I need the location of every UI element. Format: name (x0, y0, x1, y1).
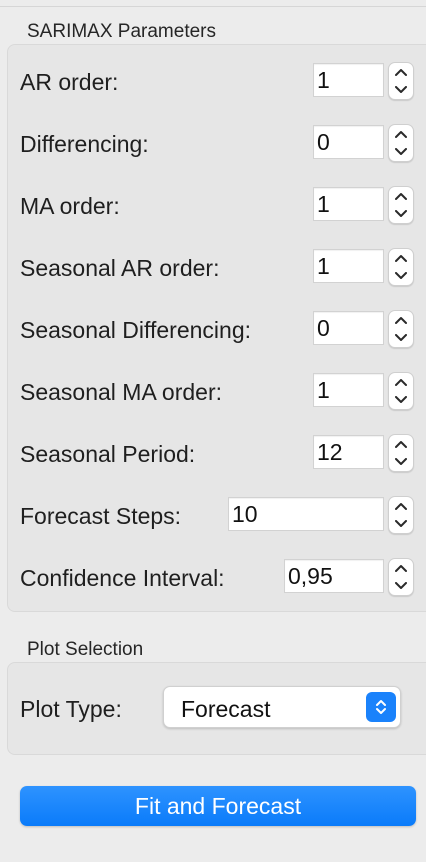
seasonal-ma-order-row: Seasonal MA order: 1 (20, 372, 426, 413)
chevron-up-icon[interactable] (389, 373, 413, 391)
seasonal-ar-order-row: Seasonal AR order: 1 (20, 248, 426, 289)
seasonal-ma-order-input[interactable]: 1 (313, 373, 384, 407)
up-down-chevron-icon[interactable] (366, 692, 396, 722)
ar-order-row: AR order: 1 (20, 62, 426, 103)
forecast-steps-row: Forecast Steps: 10 (20, 496, 426, 537)
seasonal-period-input[interactable]: 12 (313, 435, 384, 469)
sarimax-group-title: SARIMAX Parameters (27, 21, 216, 42)
chevron-down-icon[interactable] (389, 267, 413, 285)
seasonal-differencing-row: Seasonal Differencing: 0 (20, 310, 426, 351)
chevron-down-icon[interactable] (389, 391, 413, 409)
confidence-interval-row: Confidence Interval: 0,95 (20, 558, 426, 599)
differencing-label: Differencing: (20, 131, 149, 157)
plot-type-select[interactable]: Forecast (163, 686, 401, 728)
seasonal-period-stepper[interactable] (388, 434, 414, 472)
chevron-up-icon[interactable] (389, 125, 413, 143)
differencing-stepper[interactable] (388, 124, 414, 162)
chevron-up-icon[interactable] (389, 249, 413, 267)
seasonal-period-label: Seasonal Period: (20, 441, 196, 467)
chevron-down-icon[interactable] (389, 205, 413, 223)
chevron-down-icon[interactable] (389, 453, 413, 471)
ma-order-label: MA order: (20, 193, 120, 219)
confidence-interval-stepper[interactable] (388, 558, 414, 596)
ma-order-stepper[interactable] (388, 186, 414, 224)
ar-order-label: AR order: (20, 69, 119, 95)
ma-order-row: MA order: 1 (20, 186, 426, 227)
chevron-down-icon[interactable] (389, 81, 413, 99)
fit-and-forecast-button[interactable]: Fit and Forecast (20, 786, 416, 826)
plot-type-label: Plot Type: (20, 696, 122, 722)
seasonal-differencing-label: Seasonal Differencing: (20, 317, 251, 343)
chevron-up-icon[interactable] (389, 559, 413, 577)
chevron-down-icon[interactable] (389, 143, 413, 161)
top-divider (0, 6, 426, 7)
seasonal-period-row: Seasonal Period: 12 (20, 434, 426, 475)
forecast-steps-input[interactable]: 10 (228, 497, 384, 531)
forecast-steps-stepper[interactable] (388, 496, 414, 534)
chevron-up-icon[interactable] (389, 187, 413, 205)
chevron-up-icon[interactable] (389, 497, 413, 515)
chevron-up-icon[interactable] (389, 435, 413, 453)
seasonal-ar-order-input[interactable]: 1 (313, 249, 384, 283)
confidence-interval-input[interactable]: 0,95 (284, 559, 384, 593)
seasonal-ar-order-stepper[interactable] (388, 248, 414, 286)
differencing-row: Differencing: 0 (20, 124, 426, 165)
chevron-down-icon[interactable] (389, 515, 413, 533)
plot-selection-group-title: Plot Selection (27, 639, 144, 660)
chevron-up-icon[interactable] (389, 63, 413, 81)
plot-type-value: Forecast (181, 696, 271, 722)
ar-order-input[interactable]: 1 (313, 63, 384, 97)
seasonal-differencing-stepper[interactable] (388, 310, 414, 348)
confidence-interval-label: Confidence Interval: (20, 565, 225, 591)
seasonal-ma-order-stepper[interactable] (388, 372, 414, 410)
ar-order-stepper[interactable] (388, 62, 414, 100)
chevron-down-icon[interactable] (389, 577, 413, 595)
chevron-down-icon[interactable] (389, 329, 413, 347)
seasonal-ma-order-label: Seasonal MA order: (20, 379, 223, 405)
forecast-steps-label: Forecast Steps: (20, 503, 182, 529)
differencing-input[interactable]: 0 (313, 125, 384, 159)
seasonal-differencing-input[interactable]: 0 (313, 311, 384, 345)
seasonal-ar-order-label: Seasonal AR order: (20, 255, 220, 281)
ma-order-input[interactable]: 1 (313, 187, 384, 221)
chevron-up-icon[interactable] (389, 311, 413, 329)
